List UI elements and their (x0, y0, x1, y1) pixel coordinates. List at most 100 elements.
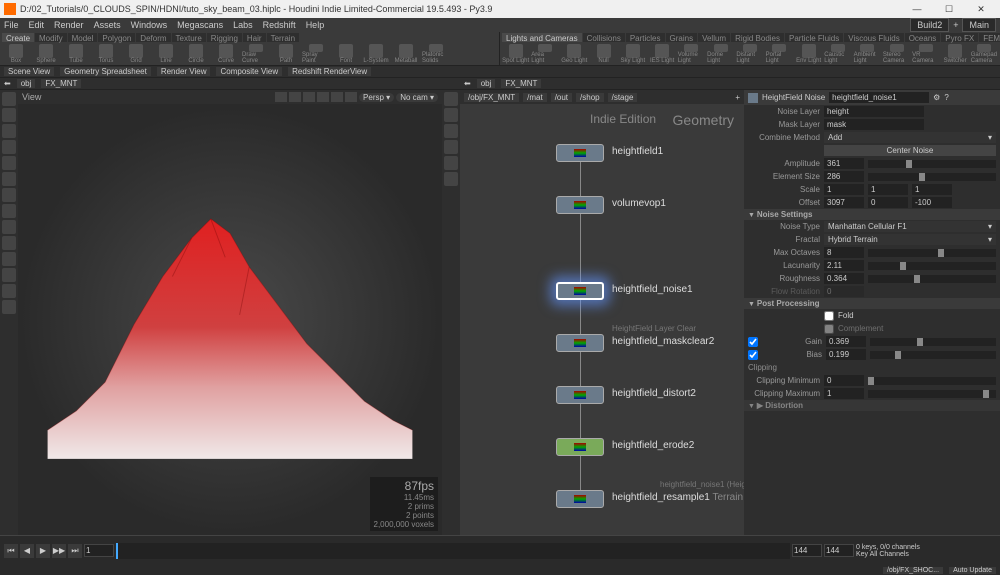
tool-curve[interactable]: Curve (212, 44, 240, 64)
plus-icon[interactable]: + (953, 20, 958, 30)
timeline-track[interactable] (116, 543, 790, 559)
rotate-tool-icon[interactable] (2, 140, 16, 154)
offset-x-field[interactable] (824, 197, 864, 208)
tab-sceneview[interactable]: Scene View (4, 67, 54, 76)
bias-slider[interactable] (870, 351, 996, 359)
playbar-next-button[interactable]: ▶▶ (52, 544, 66, 558)
octaves-slider[interactable] (868, 249, 996, 257)
post-processing-section[interactable]: Post Processing (744, 298, 1000, 309)
playbar-play-button[interactable]: ▶ (36, 544, 50, 558)
netpath-obj[interactable]: obj (477, 79, 496, 88)
shelf-tab-rigid[interactable]: Rigid Bodies (731, 33, 784, 42)
shelf-tab-texture[interactable]: Texture (172, 33, 206, 42)
fold-checkbox[interactable] (824, 311, 834, 321)
close-button[interactable]: ✕ (966, 4, 996, 15)
tool-spotlight[interactable]: Spot Light (502, 44, 529, 64)
rvp-tool6-icon[interactable] (444, 172, 458, 186)
net-plus-icon[interactable]: + (735, 93, 740, 102)
complement-checkbox[interactable] (824, 324, 834, 334)
distortion-section[interactable]: ▶ Distortion (744, 400, 1000, 411)
shelf-tab-vellum[interactable]: Vellum (698, 33, 730, 42)
tool-line[interactable]: Line (152, 44, 180, 64)
tool-causticlight[interactable]: Caustic Light (824, 44, 851, 64)
shelf-tab-hair[interactable]: Hair (243, 33, 266, 42)
network-editor[interactable]: Indie Edition Geometry heightfield1 volu… (460, 104, 744, 535)
vp-btn3-icon[interactable] (303, 92, 315, 102)
gain-field[interactable] (826, 336, 866, 347)
node-maskclear2[interactable] (556, 334, 604, 352)
elsize-field[interactable] (824, 171, 864, 182)
shelf-tab-model[interactable]: Model (68, 33, 98, 42)
noise-settings-section[interactable]: Noise Settings (744, 209, 1000, 220)
misc2-tool-icon[interactable] (2, 268, 16, 282)
vp-btn6-icon[interactable] (345, 92, 357, 102)
tool-null[interactable]: Null (590, 44, 617, 64)
tool-distantlight[interactable]: Distant Light (736, 44, 763, 64)
fractal-dropdown[interactable]: Hybrid Terrain▾ (824, 234, 996, 245)
tool-spraypaint[interactable]: Spray Paint (302, 44, 330, 64)
view-tool-icon[interactable] (2, 204, 16, 218)
help-icon[interactable]: ? (944, 93, 948, 102)
menu-windows[interactable]: Windows (131, 20, 168, 30)
move-tool-icon[interactable] (2, 124, 16, 138)
vp-btn5-icon[interactable] (331, 92, 343, 102)
shelf-tab-oceans[interactable]: Oceans (905, 33, 941, 42)
menu-render[interactable]: Render (54, 20, 84, 30)
camera-dropdown[interactable]: No cam ▾ (396, 93, 438, 102)
playbar-prev-button[interactable]: ◀ (20, 544, 34, 558)
crumb-objfx[interactable]: /obj/FX_MNT (464, 93, 519, 102)
tool-tube[interactable]: Tube (62, 44, 90, 64)
tool-circle[interactable]: Circle (182, 44, 210, 64)
keymode-dropdown[interactable]: Key All Channels (856, 551, 996, 558)
tab-rsrenderview[interactable]: Redshift RenderView (288, 67, 371, 76)
crumb-stage[interactable]: /stage (608, 93, 638, 102)
offset-y-field[interactable] (868, 197, 908, 208)
menu-labs[interactable]: Labs (233, 20, 253, 30)
bias-checkbox[interactable] (748, 350, 758, 360)
tool-skylight[interactable]: Sky Light (619, 44, 646, 64)
tool-stereocam[interactable]: Stereo Camera (883, 44, 910, 64)
path-back-icon[interactable]: ⬅ (4, 79, 11, 88)
scale-y-field[interactable] (868, 184, 908, 195)
net-back-icon[interactable]: ⬅ (464, 79, 471, 88)
menu-megascans[interactable]: Megascans (177, 20, 223, 30)
path-ctx[interactable]: FX_MNT (41, 79, 81, 88)
cook-status-label[interactable]: /obj/FX_SHOC... (883, 567, 943, 574)
path-obj[interactable]: obj (17, 79, 36, 88)
shelf-tab-modify[interactable]: Modify (35, 33, 67, 42)
vp-btn1-icon[interactable] (275, 92, 287, 102)
shelf-tab-pfluids[interactable]: Particle Fluids (785, 33, 843, 42)
rvp-tool3-icon[interactable] (444, 124, 458, 138)
netpath-ctx[interactable]: FX_MNT (501, 79, 541, 88)
keys-label[interactable]: 0 keys, 0/0 channels (856, 544, 996, 551)
tab-compview[interactable]: Composite View (216, 67, 282, 76)
node-volumevop1[interactable] (556, 196, 604, 214)
shelf-tab-deform[interactable]: Deform (136, 33, 170, 42)
bias-field[interactable] (826, 349, 866, 360)
noise-layer-field[interactable] (824, 106, 924, 117)
node-heightfield1[interactable] (556, 144, 604, 162)
tool-platonic[interactable]: Platonic Solids (422, 44, 450, 64)
shelf-tab-particles[interactable]: Particles (626, 33, 665, 42)
gain-checkbox[interactable] (748, 337, 758, 347)
scale-z-field[interactable] (912, 184, 952, 195)
handle-tool-icon[interactable] (2, 108, 16, 122)
update-mode-dropdown[interactable]: Auto Update (949, 567, 996, 574)
noise-type-dropdown[interactable]: Manhattan Cellular F1▾ (824, 221, 996, 232)
tab-geospread[interactable]: Geometry Spreadsheet (60, 67, 151, 76)
rvp-tool5-icon[interactable] (444, 156, 458, 170)
tool-geolight[interactable]: Geo Light (561, 44, 588, 64)
gear-icon[interactable]: ⚙ (933, 93, 940, 102)
frame-end-field[interactable] (792, 544, 822, 557)
crumb-mat[interactable]: /mat (523, 93, 547, 102)
shelf-tab-vfluids[interactable]: Viscous Fluids (844, 33, 903, 42)
select-tool-icon[interactable] (2, 92, 16, 106)
menu-help[interactable]: Help (306, 20, 325, 30)
playhead[interactable] (116, 543, 118, 559)
rvp-tool2-icon[interactable] (444, 108, 458, 122)
elsize-slider[interactable] (868, 173, 996, 181)
playbar-last-button[interactable]: ⏭ (68, 544, 82, 558)
scale-x-field[interactable] (824, 184, 864, 195)
shelf-tab-pyro[interactable]: Pyro FX (941, 33, 978, 42)
amplitude-field[interactable] (824, 158, 864, 169)
